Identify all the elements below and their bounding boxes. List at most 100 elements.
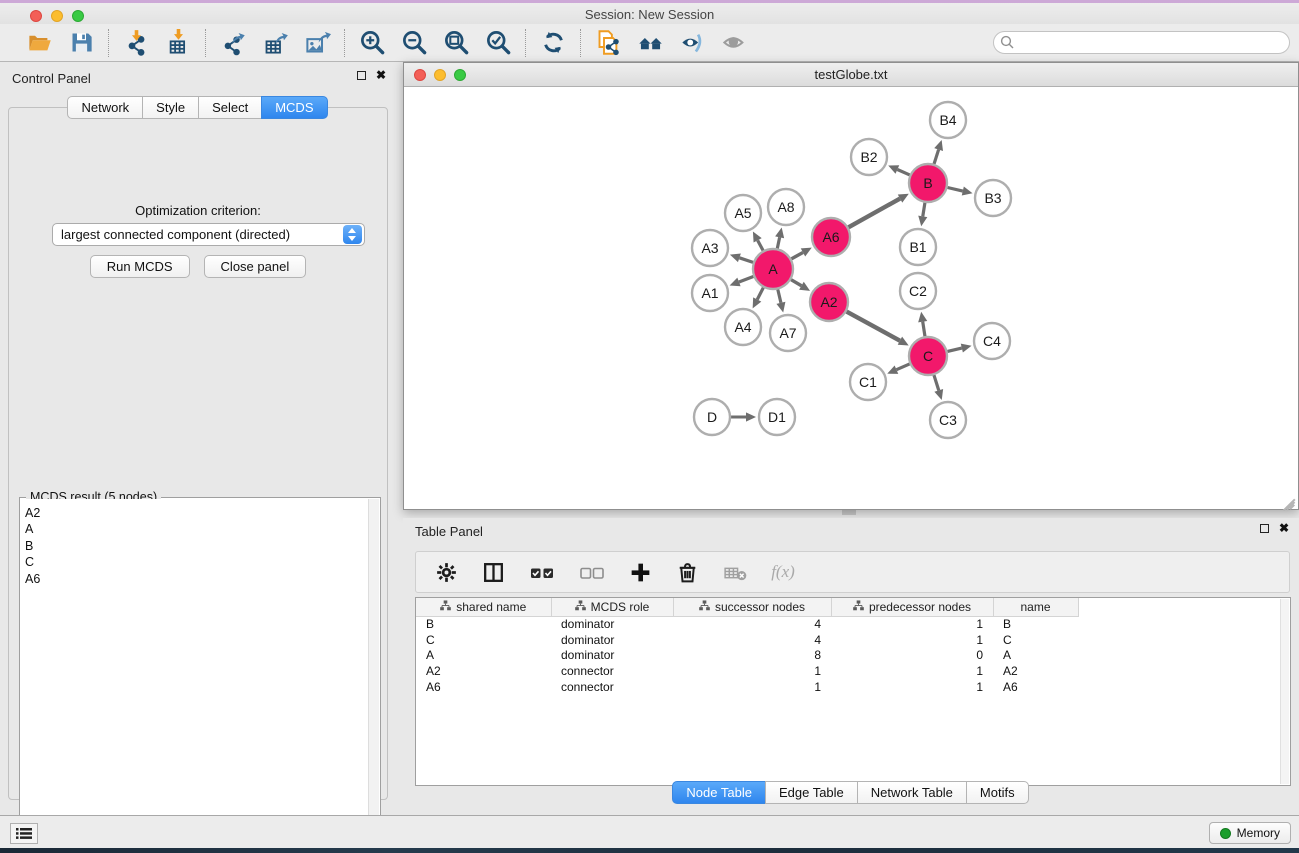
tab-motifs[interactable]: Motifs bbox=[966, 781, 1029, 804]
export-table-icon[interactable] bbox=[260, 28, 290, 58]
table-row[interactable]: Cdominator41C bbox=[416, 632, 1078, 648]
graph-edge-A6-B[interactable] bbox=[848, 199, 900, 228]
birds-eye-view-icon[interactable] bbox=[719, 28, 749, 58]
graph-edge-A-A3[interactable] bbox=[739, 258, 753, 263]
close-table-panel-icon[interactable]: ✖ bbox=[1279, 524, 1289, 533]
graph-node-label-C2: C2 bbox=[909, 283, 927, 299]
column-header-shared-name[interactable]: shared name bbox=[416, 598, 551, 616]
task-history-button[interactable] bbox=[10, 823, 38, 844]
graph-edge-A-A2[interactable] bbox=[791, 280, 801, 286]
table-row[interactable]: Adominator80A bbox=[416, 648, 1078, 664]
zoom-out-icon[interactable] bbox=[399, 28, 429, 58]
function-builder-icon[interactable]: f(x) bbox=[771, 558, 795, 586]
column-header-name[interactable]: name bbox=[993, 598, 1078, 616]
refresh-network-icon[interactable] bbox=[538, 28, 568, 58]
graph-arrowhead-A-A7 bbox=[776, 302, 785, 313]
zoom-selected-icon[interactable] bbox=[483, 28, 513, 58]
table-row[interactable]: Bdominator41B bbox=[416, 616, 1078, 632]
graph-edge-C-C4[interactable] bbox=[947, 348, 961, 351]
graph-edge-A-A8[interactable] bbox=[777, 237, 779, 248]
table-row[interactable]: A6connector11A6 bbox=[416, 679, 1078, 695]
mcds-result-item[interactable]: C bbox=[25, 554, 368, 570]
column-header-successor-nodes[interactable]: successor nodes bbox=[673, 598, 831, 616]
graph-node-label-A5: A5 bbox=[734, 205, 751, 221]
table-cell: 1 bbox=[831, 616, 993, 632]
tab-mcds[interactable]: MCDS bbox=[261, 96, 327, 119]
table-cell: 1 bbox=[673, 663, 831, 679]
tab-select[interactable]: Select bbox=[198, 96, 262, 119]
table-row[interactable]: A2connector11A2 bbox=[416, 663, 1078, 679]
network-canvas[interactable]: AA1A2A3A4A5A6A7A8BB1B2B3B4CC1C2C3C4DD1 bbox=[404, 87, 1298, 509]
resize-grip-icon[interactable] bbox=[1283, 494, 1297, 508]
graph-edge-A-A7[interactable] bbox=[778, 289, 781, 302]
deselect-all-checks-icon[interactable] bbox=[578, 558, 606, 586]
graph-node-label-D: D bbox=[707, 409, 717, 425]
save-session-icon[interactable] bbox=[66, 28, 96, 58]
graph-arrowhead-A-A1 bbox=[730, 278, 741, 287]
list-icon bbox=[16, 827, 32, 840]
graph-edge-A-A4[interactable] bbox=[757, 288, 763, 300]
optimization-criterion-select[interactable]: largest connected component (directed) bbox=[52, 223, 365, 246]
column-header-MCDS-role[interactable]: MCDS role bbox=[551, 598, 673, 616]
control-panel-title: Control Panel bbox=[12, 71, 91, 86]
mcds-list-scrollbar[interactable] bbox=[368, 499, 379, 827]
graph-arrowhead-B-B4 bbox=[934, 140, 943, 151]
graph-edge-B-B1[interactable] bbox=[923, 203, 925, 217]
tab-network-table[interactable]: Network Table bbox=[857, 781, 967, 804]
delete-column-icon[interactable] bbox=[675, 558, 700, 586]
zoom-in-icon[interactable] bbox=[357, 28, 387, 58]
column-visibility-icon[interactable] bbox=[481, 558, 506, 586]
open-session-icon[interactable] bbox=[24, 28, 54, 58]
tab-node-table[interactable]: Node Table bbox=[672, 781, 766, 804]
delete-table-icon[interactable] bbox=[722, 558, 749, 586]
first-neighbors-icon[interactable] bbox=[635, 28, 665, 58]
mcds-result-item[interactable]: A2 bbox=[25, 505, 368, 521]
graph-edge-A-A6[interactable] bbox=[791, 252, 803, 258]
main-toolbar bbox=[0, 24, 1299, 62]
select-all-checks-icon[interactable] bbox=[528, 558, 556, 586]
mcds-result-item[interactable]: B bbox=[25, 538, 368, 554]
search-input[interactable] bbox=[993, 31, 1290, 54]
close-panel-icon[interactable]: ✖ bbox=[376, 71, 386, 80]
tab-network[interactable]: Network bbox=[67, 96, 143, 119]
run-mcds-button[interactable]: Run MCDS bbox=[90, 255, 190, 278]
mcds-result-item[interactable]: A bbox=[25, 521, 368, 537]
graph-arrowhead-D-D1 bbox=[746, 412, 756, 421]
close-panel-button[interactable]: Close panel bbox=[204, 255, 307, 278]
tab-edge-table[interactable]: Edge Table bbox=[765, 781, 858, 804]
graph-edge-B-B4[interactable] bbox=[934, 150, 939, 164]
float-panel-icon[interactable] bbox=[357, 71, 366, 80]
duplicate-network-icon[interactable] bbox=[593, 28, 623, 58]
graph-edge-C-C1[interactable] bbox=[896, 364, 909, 370]
table-cell: dominator bbox=[551, 632, 673, 648]
network-window-titlebar[interactable]: testGlobe.txt bbox=[404, 63, 1298, 87]
table-cell: 1 bbox=[831, 632, 993, 648]
import-table-icon[interactable] bbox=[163, 28, 193, 58]
graph-node-label-B3: B3 bbox=[984, 190, 1001, 206]
graph-edge-C-C3[interactable] bbox=[934, 375, 939, 390]
graph-edge-A-A5[interactable] bbox=[758, 240, 763, 250]
table-settings-icon[interactable] bbox=[434, 558, 459, 586]
memory-button[interactable]: Memory bbox=[1209, 822, 1291, 844]
import-network-icon[interactable] bbox=[121, 28, 151, 58]
zoom-fit-icon[interactable] bbox=[441, 28, 471, 58]
mcds-result-list: A2ABCA6 bbox=[21, 499, 368, 827]
add-column-icon[interactable] bbox=[628, 558, 653, 586]
mcds-result-item[interactable]: A6 bbox=[25, 571, 368, 587]
export-image-icon[interactable] bbox=[302, 28, 332, 58]
graph-edge-A2-C[interactable] bbox=[847, 312, 900, 341]
column-header-predecessor-nodes[interactable]: predecessor nodes bbox=[831, 598, 993, 616]
graph-node-label-B2: B2 bbox=[860, 149, 877, 165]
graph-edge-B-B3[interactable] bbox=[947, 187, 962, 191]
export-network-icon[interactable] bbox=[218, 28, 248, 58]
graph-node-label-C: C bbox=[923, 348, 933, 364]
tree-column-icon bbox=[699, 600, 710, 614]
hide-graphics-icon[interactable] bbox=[677, 28, 707, 58]
float-table-panel-icon[interactable] bbox=[1260, 524, 1269, 533]
graph-edge-B-B2[interactable] bbox=[897, 170, 909, 175]
tab-style[interactable]: Style bbox=[142, 96, 199, 119]
graph-edge-C-C2[interactable] bbox=[923, 322, 925, 337]
graph-edge-A-A1[interactable] bbox=[739, 276, 753, 281]
splitter-handle-horizontal[interactable] bbox=[842, 510, 856, 515]
table-scrollbar[interactable] bbox=[1280, 599, 1289, 784]
